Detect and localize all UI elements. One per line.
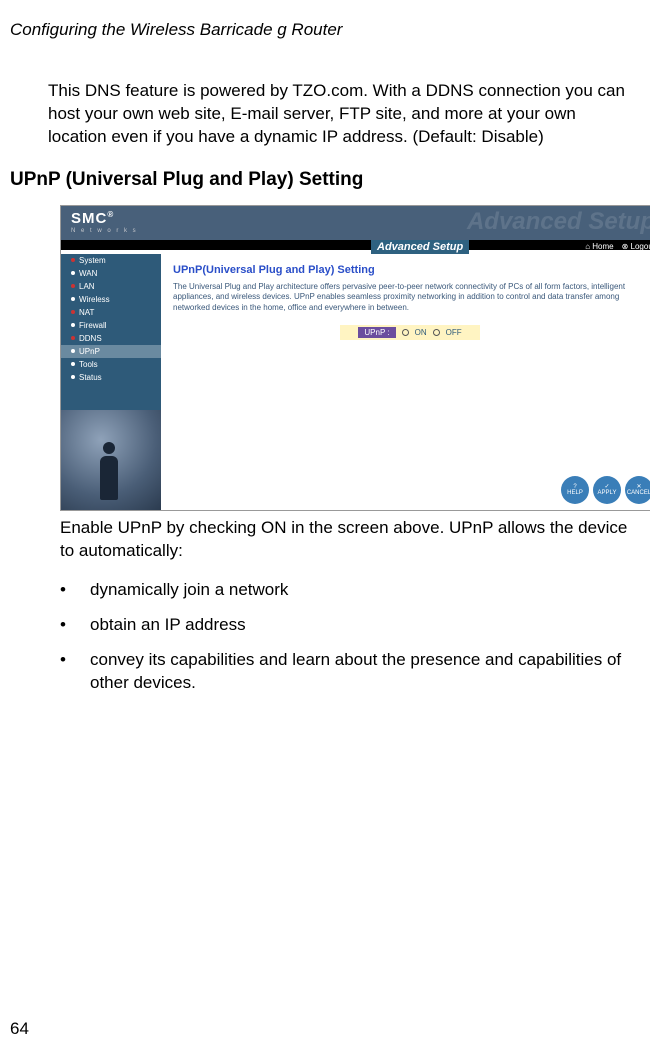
sidebar-item-upnp[interactable]: UPnP [61,345,161,358]
ss-upnp-control-row: UPnP : ON OFF [340,325,480,340]
sidebar-item-system[interactable]: System [61,254,161,267]
ss-action-buttons: ?HELP ✓APPLY ✕CANCEL [561,476,650,504]
ss-off-label: OFF [446,328,462,337]
bullet-list: dynamically join a network obtain an IP … [60,579,634,695]
ss-on-label: ON [415,328,427,337]
sidebar-item-firewall[interactable]: Firewall [61,319,161,332]
ss-person-silhouette [99,442,119,502]
post-screenshot-paragraph: Enable UPnP by checking ON in the screen… [60,517,634,563]
ss-cancel-button[interactable]: ✕CANCEL [625,476,650,504]
ss-blackbar [61,240,650,250]
section-heading: UPnP (Universal Plug and Play) Setting [10,169,640,191]
sidebar-item-lan[interactable]: LAN [61,280,161,293]
sidebar-item-wireless[interactable]: Wireless [61,293,161,306]
ss-content: UPnP(Universal Plug and Play) Setting Th… [161,254,650,350]
ss-tab-advanced-setup[interactable]: Advanced Setup [371,240,469,254]
ss-apply-button[interactable]: ✓APPLY [593,476,621,504]
ss-logo-subtext: N e t w o r k s [71,228,138,234]
ss-watermark: Advanced Setup [467,208,650,236]
intro-paragraph: This DNS feature is powered by TZO.com. … [48,80,634,149]
ss-sidebar: System WAN LAN Wireless NAT Firewall DDN… [61,254,161,412]
ss-header-bar: SMC® N e t w o r k s Advanced Setup [61,206,650,240]
page-number: 64 [10,1019,29,1039]
running-header: Configuring the Wireless Barricade g Rou… [10,20,640,40]
ss-upnp-label: UPnP : [358,327,395,338]
ss-decorative-image [61,410,161,510]
sidebar-item-status[interactable]: Status [61,371,161,384]
sidebar-item-tools[interactable]: Tools [61,358,161,371]
sidebar-item-nat[interactable]: NAT [61,306,161,319]
ss-radio-off[interactable] [433,329,440,336]
ss-content-description: The Universal Plug and Play architecture… [173,282,647,313]
ss-logo: SMC® [71,210,114,227]
ss-home-link[interactable]: ⌂ Home [585,242,613,251]
sidebar-item-ddns[interactable]: DDNS [61,332,161,345]
ss-logout-link[interactable]: ⊗ Logout [622,242,650,251]
bullet-item: obtain an IP address [60,614,634,637]
bullet-item: convey its capabilities and learn about … [60,649,634,695]
ss-radio-on[interactable] [402,329,409,336]
ss-topright-links: ⌂ Home ⊗ Logout [585,240,650,254]
sidebar-item-wan[interactable]: WAN [61,267,161,280]
ss-content-heading: UPnP(Universal Plug and Play) Setting [173,264,647,276]
ss-help-button[interactable]: ?HELP [561,476,589,504]
router-ui-screenshot: SMC® N e t w o r k s Advanced Setup Adva… [60,205,650,511]
bullet-item: dynamically join a network [60,579,634,602]
